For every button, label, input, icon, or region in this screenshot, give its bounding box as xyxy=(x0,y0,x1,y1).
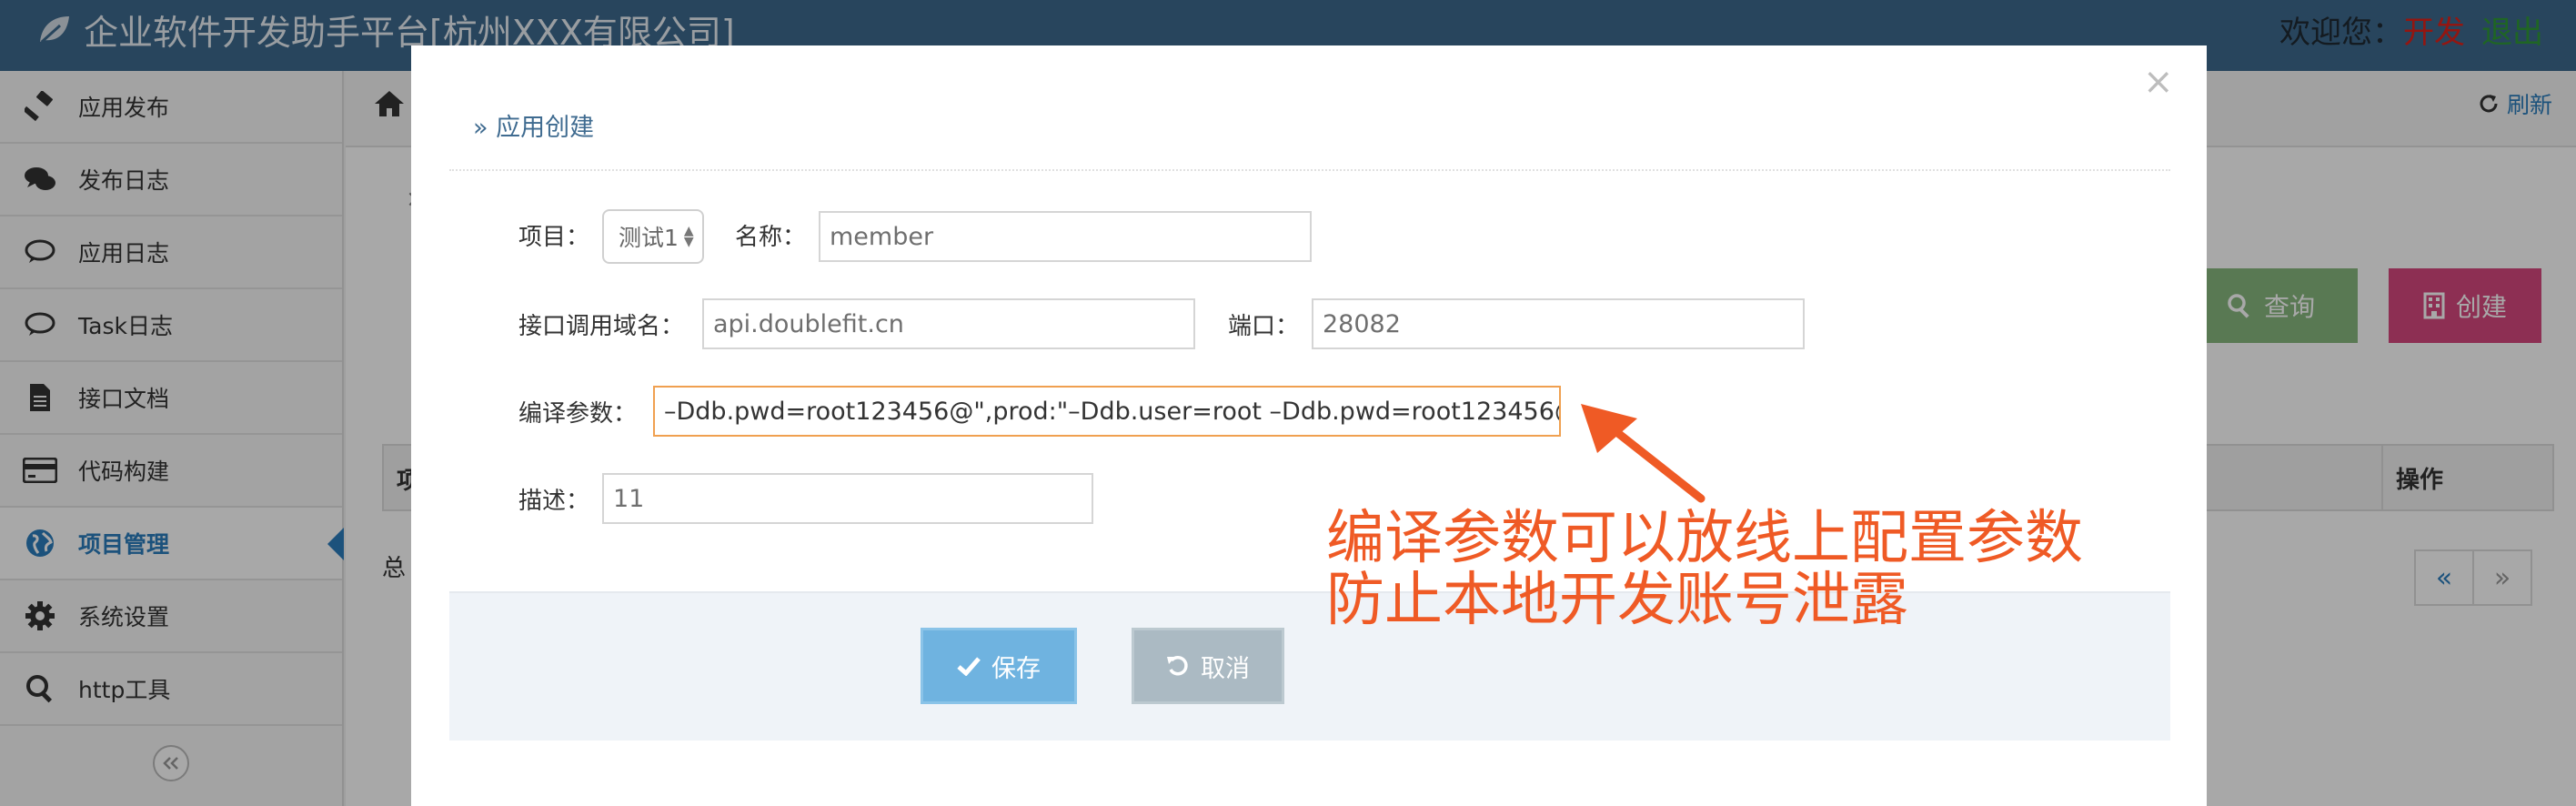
params-field[interactable]: –Ddb.pwd=root123456@",prod:"–Ddb.user=ro… xyxy=(653,386,1561,437)
desc-label: 描述： xyxy=(518,488,590,515)
save-button[interactable]: 保存 xyxy=(921,628,1077,704)
name-field[interactable]: member xyxy=(819,211,1312,262)
name-label: 名称： xyxy=(735,224,807,251)
select-arrows-icon: ▲ ▼ xyxy=(683,224,694,249)
annotation-line-1: 编译参数可以放线上配置参数 xyxy=(1326,505,2083,572)
annotation-arrow-icon xyxy=(1581,404,1706,503)
undo-icon xyxy=(1167,656,1188,676)
desc-field[interactable]: 11 xyxy=(602,473,1093,524)
check-icon xyxy=(957,657,981,676)
cancel-button[interactable]: 取消 xyxy=(1132,628,1284,704)
port-field[interactable]: 28082 xyxy=(1312,298,1805,349)
cancel-label: 取消 xyxy=(1201,654,1250,683)
modal-title: » 应用创建 xyxy=(473,114,595,142)
save-label: 保存 xyxy=(991,654,1041,683)
project-select-value: 测试1 xyxy=(619,225,679,251)
modal-close-button[interactable]: × xyxy=(2143,64,2174,100)
project-label: 项目： xyxy=(518,224,590,251)
annotation-line-2: 防止本地开发账号泄露 xyxy=(1326,567,1908,634)
domain-label: 接口调用域名： xyxy=(518,313,685,340)
params-label: 编译参数： xyxy=(518,400,638,428)
project-select[interactable]: 测试1 ▲ ▼ xyxy=(602,209,704,264)
modal-divider xyxy=(449,169,2170,171)
annotation-text: 编译参数可以放线上配置参数 防止本地开发账号泄露 xyxy=(1326,508,2083,631)
domain-field[interactable]: api.doublefit.cn xyxy=(702,298,1195,349)
port-label: 端口： xyxy=(1228,313,1300,340)
